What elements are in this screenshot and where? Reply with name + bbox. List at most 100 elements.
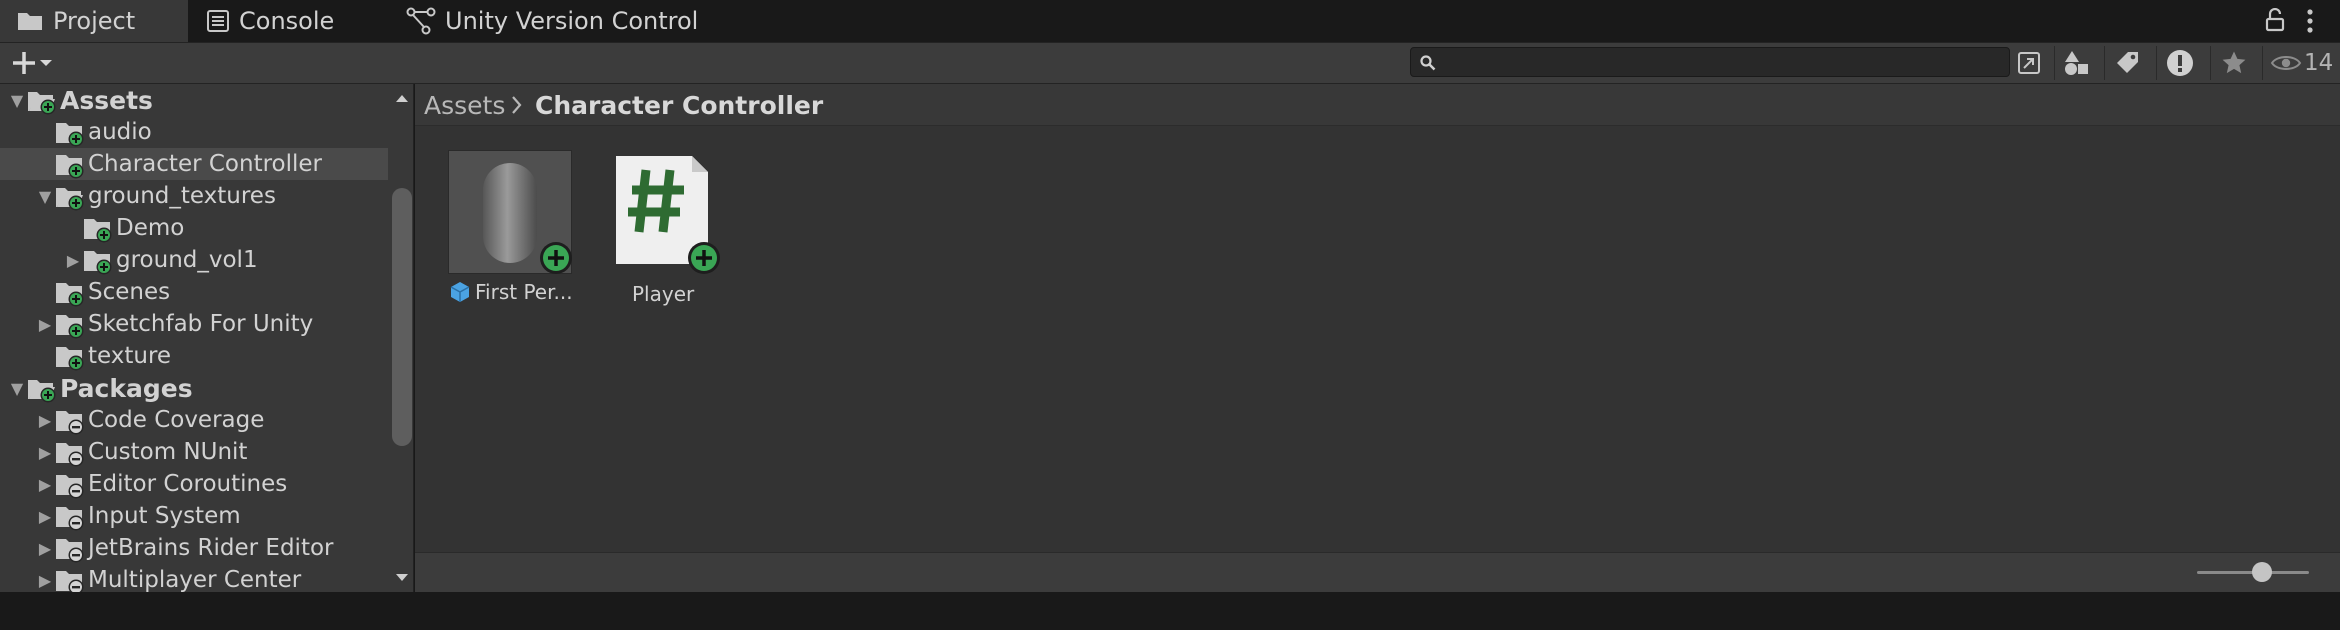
expand-arrow-closed-icon[interactable]: ▶ [36,436,54,468]
tree-item[interactable]: ▶ Code Coverage [0,404,388,436]
asset-label: Player [632,282,695,306]
folder-icon [54,181,84,211]
tree-item-label: Sketchfab For Unity [88,311,314,337]
expand-arrow-spacer [36,340,54,372]
tree-item[interactable]: audio [0,116,388,148]
tree-item[interactable]: ▶ Multiplayer Center [0,564,388,592]
tab-label: Unity Version Control [445,7,699,35]
tree-item-label: Input System [88,503,241,529]
add-badge-icon [540,242,572,274]
folder-icon [26,373,56,403]
tree-item-label: Code Coverage [88,407,265,433]
expand-arrow-spacer [36,148,54,180]
expand-arrow-spacer [36,276,54,308]
plus-icon [13,52,35,74]
expand-arrow-open-icon[interactable]: ▼ [8,372,26,404]
tree-item[interactable]: ▶ ground_vol1 [0,244,388,276]
expand-arrow-closed-icon[interactable]: ▶ [36,532,54,564]
divider [2210,46,2211,80]
prefab-icon [450,282,470,302]
divider [2156,46,2157,80]
divider [2104,46,2105,80]
folder-icon [82,245,112,275]
tree-item-label: Packages [60,373,193,403]
tree-item[interactable]: ▼ Packages [0,372,388,404]
filter-by-log-type-button[interactable] [2158,44,2202,82]
expand-arrow-closed-icon[interactable]: ▶ [36,500,54,532]
hidden-count: 14 [2304,50,2334,76]
star-icon [2222,51,2246,74]
expand-arrow-closed-icon[interactable]: ▶ [36,404,54,436]
tree-item[interactable]: ▶ Editor Coroutines [0,468,388,500]
asset-tile-first-person[interactable]: First Per... [448,148,574,306]
tree-item[interactable]: Character Controller [0,148,388,180]
tree-item-label: Multiplayer Center [88,567,302,592]
tree-item-label: texture [88,343,172,369]
package-folder-icon [54,533,84,563]
expand-arrow-open-icon[interactable]: ▼ [36,180,54,212]
create-button[interactable] [10,49,54,77]
shapes-icon [2065,51,2088,75]
tree-item[interactable]: texture [0,340,388,372]
tree-scroll-thumb[interactable] [392,188,412,446]
search-in-window-icon[interactable] [2016,50,2042,80]
expand-arrow-spacer [64,212,82,244]
expand-arrow-closed-icon[interactable]: ▶ [36,564,54,592]
tree-item[interactable]: ▶ Custom NUnit [0,436,388,468]
tree-item-label: JetBrains Rider Editor [88,535,334,561]
zoom-slider-handle[interactable] [2252,562,2272,582]
tab-project[interactable]: Project [0,0,188,42]
kebab-menu-icon[interactable] [2306,7,2314,39]
breadcrumb-assets[interactable]: Assets [424,86,505,124]
search-input[interactable] [1443,51,1967,75]
tab-console[interactable]: Console [206,0,386,42]
scroll-up-icon[interactable] [394,92,410,104]
tree-item-label: Demo [116,215,185,241]
warning-icon [2167,50,2193,76]
tree-item[interactable]: ▶ JetBrains Rider Editor [0,532,388,564]
tree-item-label: ground_vol1 [116,247,258,273]
capsule-icon [483,163,537,263]
expand-arrow-closed-icon[interactable]: ▶ [64,244,82,276]
tab-label: Console [239,7,335,35]
lock-icon[interactable] [2264,7,2286,36]
bottom-bar [0,592,2340,630]
tree-item[interactable]: ▼ ground_textures [0,180,388,212]
tree-item[interactable]: ▶ Input System [0,500,388,532]
scroll-down-icon[interactable] [394,572,410,584]
folder-icon [54,309,84,339]
expand-arrow-spacer [36,116,54,148]
expand-arrow-open-icon[interactable]: ▼ [8,84,26,116]
search-icon [1420,55,1436,71]
search-field[interactable] [1410,47,2010,77]
console-icon [207,10,229,32]
chevron-down-icon [40,60,52,66]
package-folder-icon [54,565,84,592]
tree-item[interactable]: ▼ Assets [0,84,388,116]
filter-by-label-button[interactable] [2106,44,2150,82]
asset-label: First Per... [475,280,573,304]
tree-item[interactable]: ▶ Sketchfab For Unity [0,308,388,340]
project-tree[interactable]: ▼ Assets audio Character Controller ▼ ground_… [0,84,390,592]
hidden-packages-toggle[interactable]: 14 [2270,44,2333,82]
tree-item-label: Editor Coroutines [88,471,288,497]
asset-tile-player[interactable]: Player [610,150,738,308]
folder-icon [54,277,84,307]
tree-item-label: ground_textures [88,183,276,209]
breadcrumb-current[interactable]: Character Controller [535,86,823,124]
tag-icon [2117,52,2138,73]
add-badge-icon [688,242,720,274]
tree-item-label: Scenes [88,279,171,305]
tree-item[interactable]: Demo [0,212,388,244]
tree-item-label: Custom NUnit [88,439,248,465]
folder-icon [18,13,42,30]
expand-arrow-closed-icon[interactable]: ▶ [36,308,54,340]
expand-arrow-closed-icon[interactable]: ▶ [36,468,54,500]
favorites-button[interactable] [2212,44,2256,82]
tab-version-control[interactable]: Unity Version Control [406,0,726,42]
tree-item[interactable]: Scenes [0,276,388,308]
filter-by-type-button[interactable] [2054,44,2098,82]
package-folder-icon [54,469,84,499]
folder-icon [54,149,84,179]
chevron-right-icon [510,94,524,120]
